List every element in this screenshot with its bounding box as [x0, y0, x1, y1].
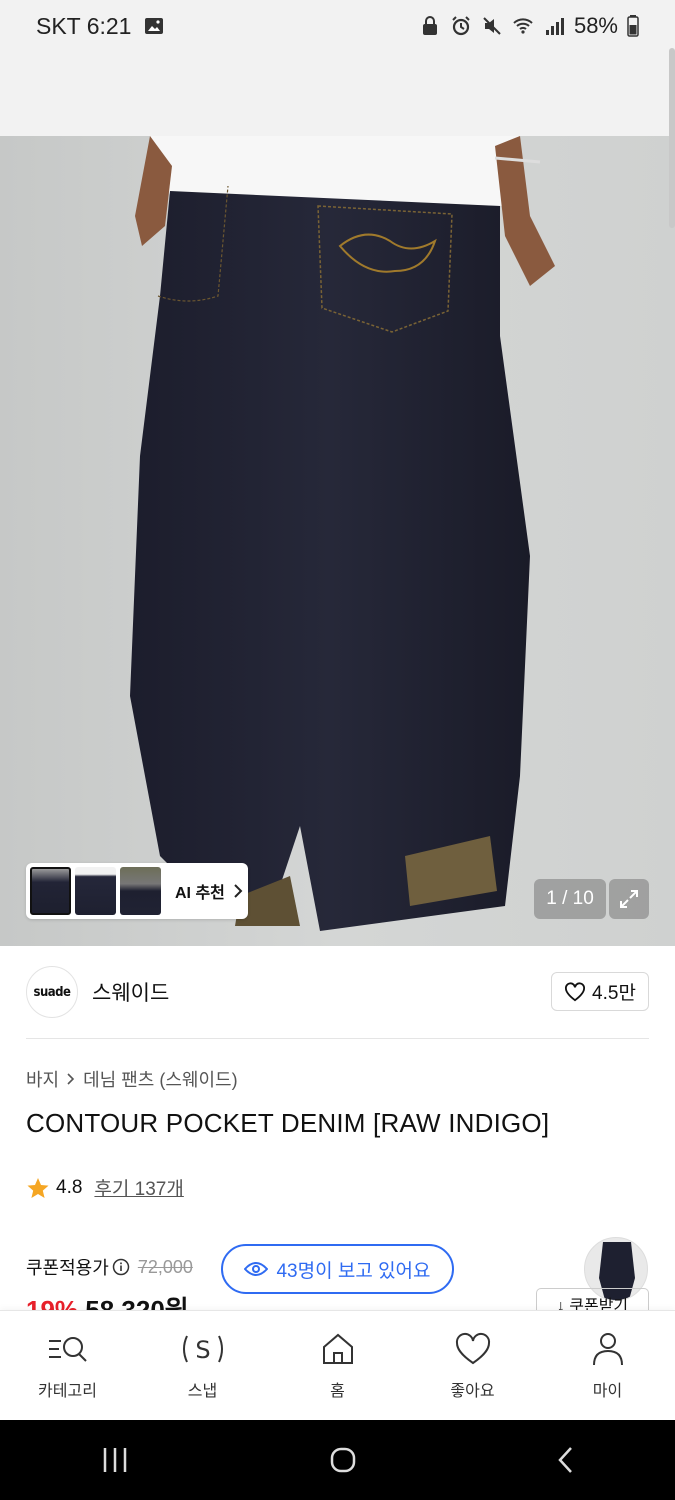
battery-percent: 58%: [573, 13, 618, 38]
price-row: 쿠폰적용가 72,000: [26, 1254, 193, 1280]
denim-pants-illustration: [130, 136, 555, 931]
discount-rate: 19%: [26, 1295, 79, 1310]
final-price: 58,320원: [85, 1295, 189, 1310]
signal-icon: [545, 18, 564, 35]
expand-button[interactable]: [609, 879, 649, 919]
nav-likes[interactable]: 좋아요: [408, 1331, 538, 1401]
nav-snap[interactable]: S 스냅: [138, 1331, 268, 1401]
chevron-right-icon: [67, 1073, 75, 1085]
chevron-right-icon: [234, 884, 243, 898]
final-price-row: 19% 58,320원: [26, 1290, 189, 1310]
ai-recommend-strip[interactable]: AI 추천: [26, 863, 248, 919]
nav-likes-label: 좋아요: [450, 1382, 495, 1400]
back-icon[interactable]: [556, 1446, 576, 1474]
like-count: 4.5만: [592, 983, 636, 1004]
breadcrumb-category[interactable]: 바지: [26, 1066, 59, 1092]
battery-icon: [627, 15, 639, 37]
nav-snap-label: 스냅: [187, 1382, 218, 1400]
nav-home[interactable]: 홈: [273, 1331, 403, 1401]
like-button[interactable]: 4.5만: [551, 972, 649, 1011]
mute-icon: [483, 17, 501, 35]
gallery-icon: [145, 18, 164, 34]
image-page-counter: 1 / 10: [534, 879, 606, 919]
brand-logo[interactable]: suade: [26, 966, 78, 1018]
status-bar: SKT 6:21 58%: [0, 0, 675, 52]
person-icon: [592, 1332, 623, 1365]
nav-category-label: 카테고리: [38, 1382, 97, 1400]
alarm-icon: [452, 16, 470, 36]
rating-value: 4.8: [56, 1176, 83, 1198]
thumbnail-2[interactable]: [75, 867, 116, 915]
recent-apps-icon[interactable]: [100, 1446, 130, 1474]
snap-icon: S: [182, 1335, 223, 1364]
ai-recommend-label: AI 추천: [175, 885, 225, 902]
eye-icon: [244, 1262, 269, 1276]
system-nav-bar: [0, 1420, 675, 1500]
bottom-nav: 카테고리 S 스냅 홈 좋아요 마이: [0, 1310, 675, 1420]
product-title: CONTOUR POCKET DENIM [RAW INDIGO]: [26, 1108, 550, 1138]
svg-text:S: S: [195, 1336, 210, 1364]
thumbnail-3[interactable]: [120, 867, 161, 915]
ai-recommend-button[interactable]: AI 추천: [175, 879, 243, 903]
heart-icon: [455, 1332, 490, 1364]
product-image[interactable]: [0, 136, 675, 946]
breadcrumb: 바지 데님 팬츠 (스웨이드): [26, 1066, 238, 1092]
expand-icon: [620, 890, 638, 908]
thumbnail-1[interactable]: [30, 867, 71, 915]
scrollbar[interactable]: [669, 48, 675, 228]
info-icon[interactable]: [112, 1258, 130, 1276]
home-button-icon[interactable]: [329, 1446, 357, 1474]
nav-my[interactable]: 마이: [543, 1331, 673, 1401]
coupon-price-label: 쿠폰적용가: [26, 1258, 109, 1278]
lock-icon: [422, 16, 437, 35]
nav-my-label: 마이: [592, 1382, 623, 1400]
nav-home-label: 홈: [330, 1382, 345, 1400]
original-price: 72,000: [137, 1256, 193, 1277]
category-search-icon: [48, 1336, 87, 1362]
nav-category[interactable]: 카테고리: [3, 1331, 133, 1401]
viewers-text: 43명이 보고 있어요: [276, 1260, 431, 1282]
breadcrumb-subcategory[interactable]: 데님 팬츠 (스웨이드): [83, 1066, 237, 1092]
top-app-bar: [0, 52, 675, 136]
heart-icon: [565, 981, 586, 1001]
reviews-link[interactable]: 후기 137개: [94, 1174, 183, 1201]
viewers-pill: 43명이 보고 있어요: [221, 1244, 454, 1294]
wifi-icon: [513, 18, 533, 34]
divider: [26, 1038, 649, 1039]
carrier-time: SKT 6:21: [36, 12, 132, 39]
home-icon: [322, 1333, 353, 1364]
brand-row[interactable]: suade 스웨이드 4.5만: [26, 964, 649, 1020]
coupon-button[interactable]: ↓ 쿠폰받기: [536, 1288, 649, 1310]
rating-row: 4.8 후기 137개: [26, 1174, 184, 1201]
brand-name[interactable]: 스웨이드: [92, 977, 169, 1007]
star-icon: [27, 1177, 49, 1198]
